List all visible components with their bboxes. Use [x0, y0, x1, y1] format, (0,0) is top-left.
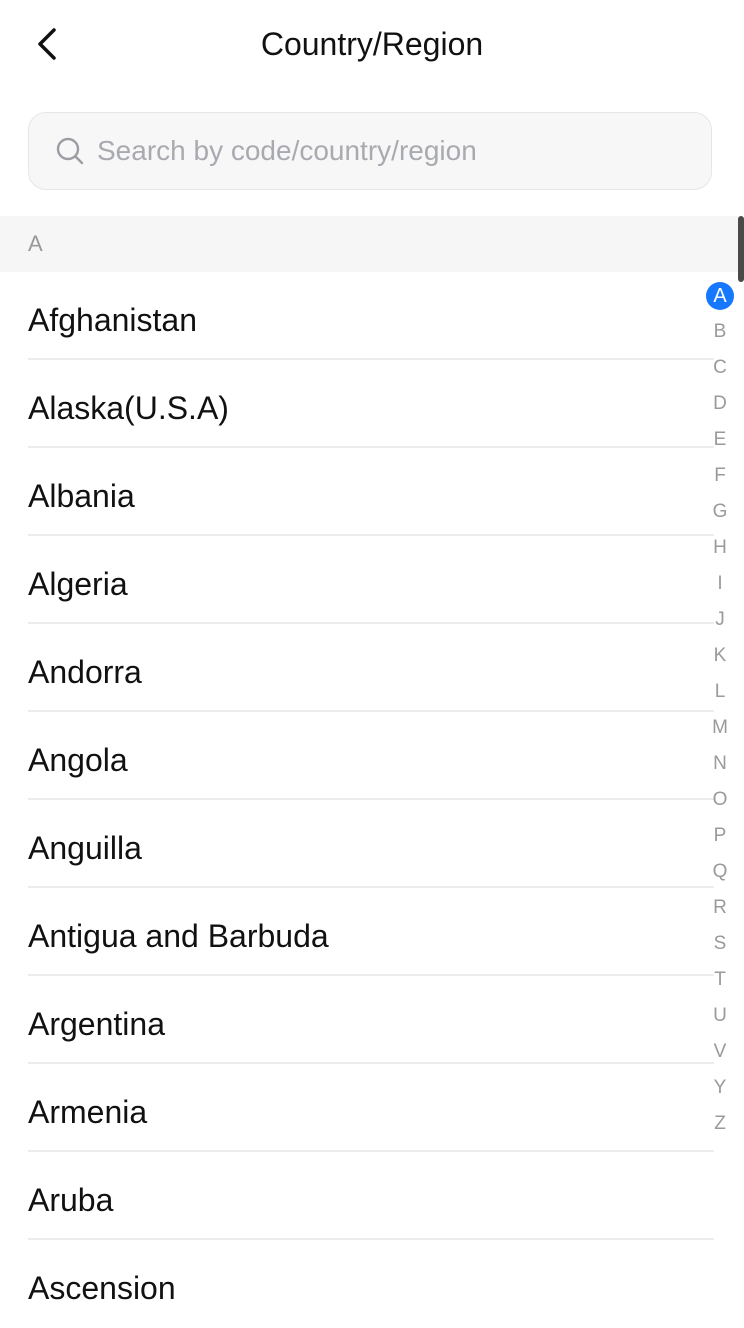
search-icon — [55, 136, 85, 166]
country-item[interactable]: Alaska(U.S.A) — [0, 360, 744, 448]
header: Country/Region — [0, 0, 744, 88]
index-letter-f[interactable]: F — [702, 458, 738, 494]
country-item[interactable]: Armenia — [0, 1064, 744, 1152]
index-letter-k[interactable]: K — [702, 638, 738, 674]
index-letter-t[interactable]: T — [702, 962, 738, 998]
country-item[interactable]: Angola — [0, 712, 744, 800]
country-name: Alaska(U.S.A) — [28, 390, 229, 426]
index-letter-d[interactable]: D — [702, 386, 738, 422]
index-letter-r[interactable]: R — [702, 890, 738, 926]
index-letter-j[interactable]: J — [702, 602, 738, 638]
country-item[interactable]: Andorra — [0, 624, 744, 712]
country-item[interactable]: Anguilla — [0, 800, 744, 888]
search-input[interactable] — [97, 135, 677, 167]
index-letter-p[interactable]: P — [702, 818, 738, 854]
index-letter-l[interactable]: L — [702, 674, 738, 710]
index-letter-q[interactable]: Q — [702, 854, 738, 890]
country-item[interactable]: Argentina — [0, 976, 744, 1064]
country-item[interactable]: Afghanistan — [0, 272, 744, 360]
alphabet-index-bar[interactable]: A B C D E F G H I J K L M N O P Q R S T … — [702, 278, 738, 1142]
country-name: Armenia — [28, 1094, 148, 1130]
index-letter-s[interactable]: S — [702, 926, 738, 962]
index-letter-z[interactable]: Z — [702, 1106, 738, 1142]
country-item[interactable]: Albania — [0, 448, 744, 536]
country-item[interactable]: Antigua and Barbuda — [0, 888, 744, 976]
index-letter-i[interactable]: I — [702, 566, 738, 602]
country-name: Andorra — [28, 654, 142, 690]
index-letter-v[interactable]: V — [702, 1034, 738, 1070]
country-item[interactable]: Aruba — [0, 1152, 744, 1240]
country-name: Afghanistan — [28, 302, 198, 338]
country-item[interactable]: Algeria — [0, 536, 744, 624]
index-letter-e[interactable]: E — [702, 422, 738, 458]
country-name: Ascension — [28, 1270, 176, 1306]
country-item[interactable]: Ascension — [0, 1240, 744, 1328]
index-letter-y[interactable]: Y — [702, 1070, 738, 1106]
index-letter-c[interactable]: C — [702, 350, 738, 386]
country-list: Afghanistan Alaska(U.S.A) Albania Algeri… — [0, 272, 744, 1328]
country-name: Argentina — [28, 1006, 165, 1042]
country-name: Aruba — [28, 1182, 114, 1218]
country-name: Anguilla — [28, 830, 142, 866]
country-name: Angola — [28, 742, 128, 778]
section-letter: A — [28, 231, 43, 256]
country-name: Albania — [28, 478, 135, 514]
index-letter-g[interactable]: G — [702, 494, 738, 530]
index-letter-h[interactable]: H — [702, 530, 738, 566]
section-header: A — [0, 216, 738, 272]
index-letter-o[interactable]: O — [702, 782, 738, 818]
search-box[interactable] — [28, 112, 712, 190]
country-name: Algeria — [28, 566, 128, 602]
index-letter-b[interactable]: B — [702, 314, 738, 350]
index-letter-u[interactable]: U — [702, 998, 738, 1034]
country-name: Antigua and Barbuda — [28, 918, 329, 954]
index-letter-n[interactable]: N — [702, 746, 738, 782]
index-letter-a[interactable]: A — [702, 278, 738, 314]
page-title: Country/Region — [260, 26, 484, 62]
index-letter-m[interactable]: M — [702, 710, 738, 746]
